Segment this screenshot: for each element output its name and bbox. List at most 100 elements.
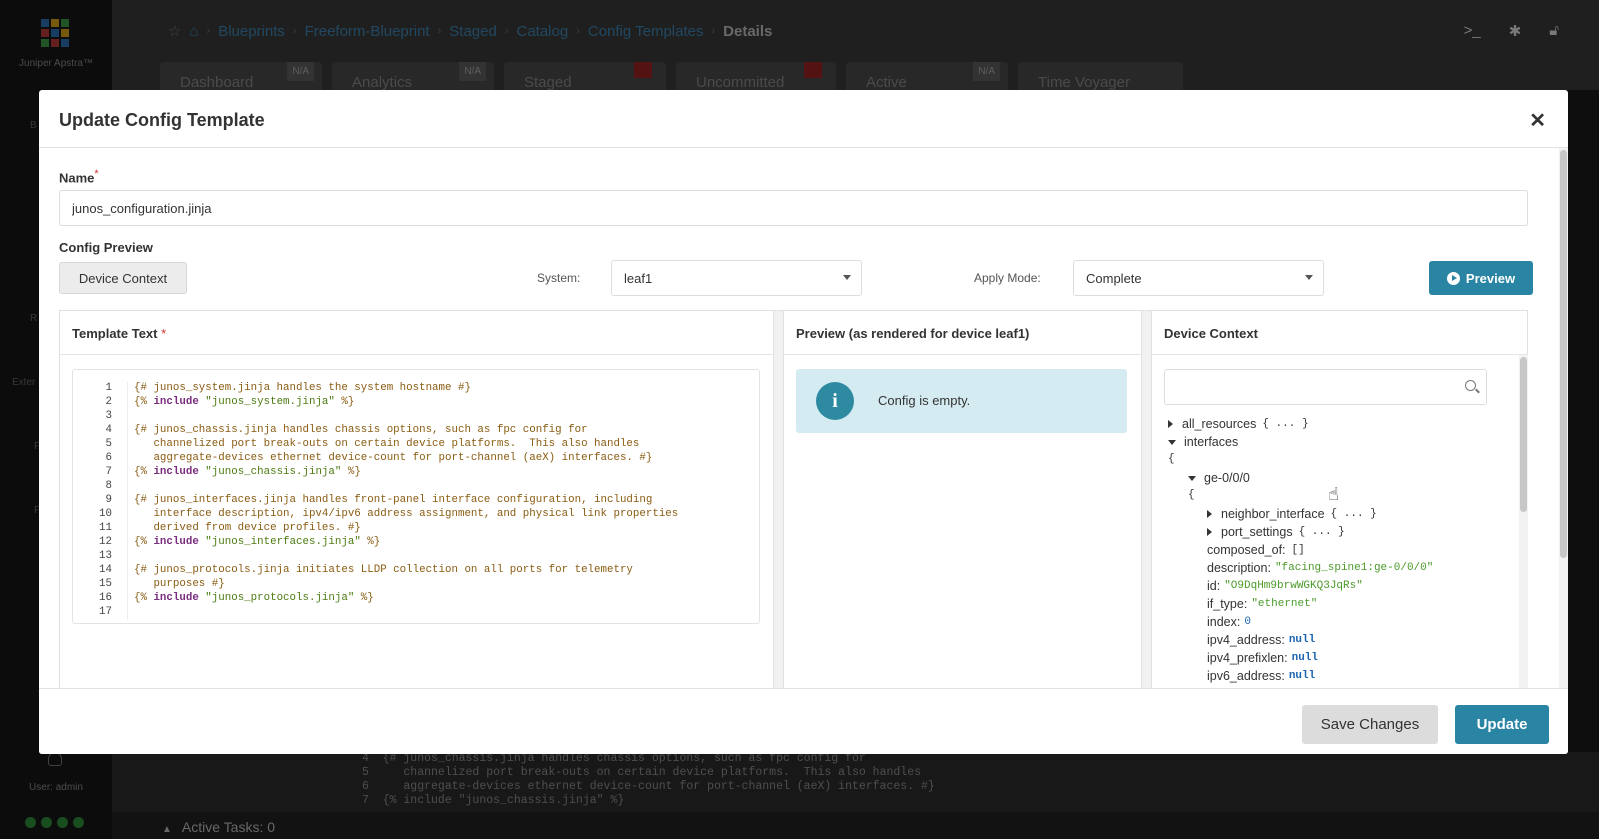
- preview-button[interactable]: Preview: [1429, 261, 1533, 295]
- code-text: derived from device profiles. #}: [128, 522, 361, 536]
- code-text: aggregate-devices ethernet device-count …: [128, 452, 652, 466]
- code-comment: {# junos_system.jinja handles the system…: [134, 382, 471, 394]
- update-button[interactable]: Update: [1455, 705, 1549, 744]
- tree-value: "facing_spine1:ge-0/0/0": [1274, 562, 1434, 574]
- code-text: {% include "junos_chassis.jinja" %}: [128, 466, 361, 480]
- code-text: {# junos_interfaces.jinja handles front-…: [128, 494, 652, 508]
- code-string: "junos_interfaces.jinja": [198, 536, 361, 548]
- caret-down-icon[interactable]: [1188, 475, 1196, 481]
- code-comment: {%: [134, 592, 154, 604]
- tree-collapsed-value[interactable]: { ... }: [1262, 418, 1308, 430]
- config-preview-label: Config Preview: [59, 240, 153, 255]
- system-label: System:: [537, 271, 581, 285]
- line-number: 16: [73, 592, 128, 606]
- name-input[interactable]: [59, 190, 1528, 226]
- code-keyword: include: [153, 592, 199, 604]
- tree-key: ipv4_prefixlen:: [1207, 651, 1288, 665]
- tree-node[interactable]: all_resources { ... }: [1168, 417, 1309, 431]
- tree-collapsed-value[interactable]: { ... }: [1331, 508, 1377, 520]
- code-keyword: include: [153, 536, 199, 548]
- line-number: 11: [73, 522, 128, 536]
- code-line: 2 {% include "junos_system.jinja" %}: [73, 396, 759, 410]
- scrollbar-thumb[interactable]: [1560, 150, 1567, 558]
- modal-scrollbar[interactable]: [1559, 148, 1568, 688]
- tree-key: interfaces: [1184, 435, 1239, 449]
- panel-resize-handle[interactable]: [774, 311, 784, 688]
- caret-right-icon[interactable]: [1207, 510, 1212, 518]
- tree-brace: {: [1168, 453, 1175, 465]
- scrollbar-thumb[interactable]: [1520, 357, 1527, 512]
- name-label: Name*: [59, 168, 99, 186]
- code-comment: {%: [134, 466, 154, 478]
- tree-node[interactable]: ge-0/0/0: [1188, 471, 1250, 485]
- tree-node[interactable]: interfaces: [1168, 435, 1238, 449]
- chevron-down-icon: [843, 275, 851, 280]
- tree-node: {: [1168, 453, 1175, 465]
- code-text: interface description, ipv4/ipv6 address…: [128, 508, 678, 522]
- line-number: 17: [73, 606, 128, 620]
- code-string: "junos_chassis.jinja": [198, 466, 342, 478]
- caret-right-icon[interactable]: [1168, 420, 1173, 428]
- apply-mode-select[interactable]: Complete: [1073, 260, 1324, 296]
- preview-title: Preview (as rendered for device leaf1): [784, 311, 1141, 355]
- tree-key: neighbor_interface: [1221, 507, 1325, 521]
- save-changes-button[interactable]: Save Changes: [1302, 705, 1438, 744]
- panel-resize-handle[interactable]: [1142, 311, 1152, 688]
- code-comment: derived from device profiles. #}: [134, 522, 361, 534]
- tree-node: if_type: "ethernet": [1207, 597, 1317, 611]
- tree-collapsed-value[interactable]: { ... }: [1299, 526, 1345, 538]
- code-text: {% include "junos_interfaces.jinja" %}: [128, 536, 380, 550]
- system-select[interactable]: leaf1: [611, 260, 862, 296]
- empty-config-message: Config is empty.: [878, 393, 971, 408]
- tree-value: null: [1288, 634, 1316, 646]
- code-string: "junos_system.jinja": [198, 396, 335, 408]
- template-text-title: Template Text *: [60, 311, 773, 355]
- code-line: 14 {# junos_protocols.jinja initiates LLD…: [73, 564, 759, 578]
- tree-value: "ethernet": [1251, 598, 1318, 610]
- hand-cursor-icon: ☝︎: [1328, 484, 1339, 504]
- tree-node: ipv4_prefixlen: null: [1207, 651, 1318, 665]
- tree-key: description:: [1207, 561, 1271, 575]
- device-context-search-input[interactable]: [1164, 369, 1487, 405]
- tree-node: ipv4_address: null: [1207, 633, 1315, 647]
- line-number: 3: [73, 410, 128, 424]
- tree-key: composed_of:: [1207, 543, 1286, 557]
- tree-key: ipv6_address:: [1207, 669, 1285, 683]
- apply-mode-label: Apply Mode:: [974, 271, 1041, 285]
- tree-node: composed_of: []: [1207, 543, 1305, 557]
- empty-config-alert: i Config is empty.: [796, 369, 1127, 433]
- close-icon[interactable]: ✕: [1529, 108, 1546, 133]
- tree-value: null: [1288, 670, 1316, 682]
- code-comment: %}: [334, 396, 355, 408]
- code-comment: {# junos_interfaces.jinja handles front-…: [134, 494, 653, 506]
- tree-node[interactable]: neighbor_interface { ... }: [1207, 507, 1377, 521]
- tree-node[interactable]: port_settings { ... }: [1207, 525, 1345, 539]
- code-line: 3: [73, 410, 759, 424]
- code-comment: {%: [134, 536, 154, 548]
- caret-down-icon[interactable]: [1168, 439, 1176, 445]
- line-number: 4: [73, 424, 128, 438]
- template-code-editor[interactable]: 1 {# junos_system.jinja handles the syste…: [72, 369, 760, 624]
- code-comment: %}: [341, 466, 361, 478]
- code-comment: channelized port break-outs on certain d…: [134, 438, 640, 450]
- device-context-scrollbar[interactable]: [1519, 355, 1528, 688]
- tree-value: null: [1291, 652, 1319, 664]
- device-context-button[interactable]: Device Context: [59, 262, 187, 294]
- code-line: 7 {% include "junos_chassis.jinja" %}: [73, 466, 759, 480]
- code-text: {# junos_chassis.jinja handles chassis o…: [128, 424, 588, 438]
- code-line: 12 {% include "junos_interfaces.jinja" %}: [73, 536, 759, 550]
- code-keyword: include: [153, 396, 199, 408]
- tree-key: id:: [1207, 579, 1221, 593]
- tree-node: description: "facing_spine1:ge-0/0/0": [1207, 561, 1433, 575]
- code-comment: aggregate-devices ethernet device-count …: [134, 452, 653, 464]
- line-number: 5: [73, 438, 128, 452]
- caret-right-icon[interactable]: [1207, 528, 1212, 536]
- device-context-panel: Device Context all_resources { ... } inter…: [1152, 311, 1528, 688]
- tree-node: ipv6_address: null: [1207, 669, 1315, 683]
- preview-button-label: Preview: [1465, 270, 1516, 286]
- line-number: 13: [73, 550, 128, 564]
- code-line: 16 {% include "junos_protocols.jinja" %}: [73, 592, 759, 606]
- code-text: {% include "junos_system.jinja" %}: [128, 396, 354, 410]
- modal-body: Name* Config Preview Device Context Syst…: [39, 148, 1568, 688]
